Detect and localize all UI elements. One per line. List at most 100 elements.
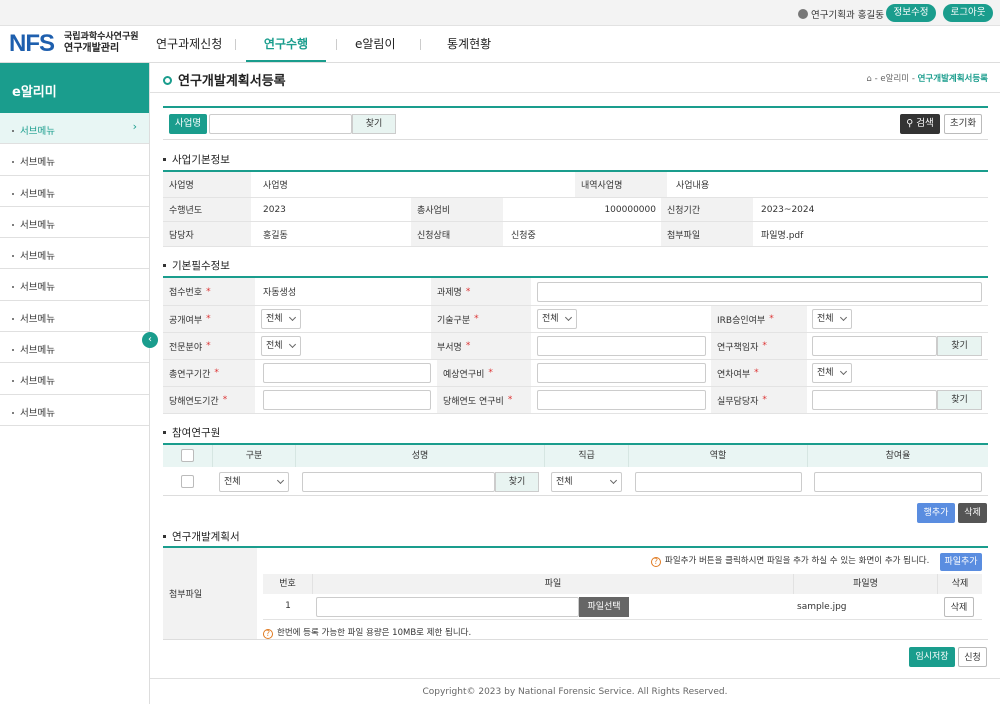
value-attachment[interactable]: 파일명.pdf xyxy=(755,222,955,246)
chevron-down-icon xyxy=(564,313,573,322)
year-budget-input[interactable] xyxy=(537,390,706,410)
file-path-input[interactable] xyxy=(316,597,579,617)
table-row: 접수번호 * 자동생성 과제명 * xyxy=(163,278,988,306)
user-name: 연구기획과 홍길동 xyxy=(811,10,884,21)
sidebar-collapse-icon[interactable]: ‹ xyxy=(142,332,158,348)
chevron-down-icon xyxy=(839,313,848,322)
home-icon[interactable]: ⌂ xyxy=(867,74,872,84)
breadcrumb-item[interactable]: e알리미 xyxy=(880,74,909,84)
field-select[interactable]: 전체 xyxy=(261,336,301,356)
required-mark-icon: * xyxy=(762,341,767,351)
add-row-button[interactable]: 행추가 xyxy=(917,503,955,523)
sidebar-item-label: 서브메뉴 xyxy=(20,219,55,231)
search-find-button[interactable]: 찾기 xyxy=(352,114,396,134)
business-name-label: 사업명 xyxy=(169,114,207,134)
label-pi: 연구책임자 * xyxy=(711,333,807,359)
section-plan: 연구개발계획서 xyxy=(163,529,240,544)
participation-input[interactable] xyxy=(814,472,982,492)
task-name-input[interactable] xyxy=(537,282,982,302)
label-text: 실무담당자 xyxy=(717,396,759,407)
apply-button[interactable]: 신청 xyxy=(958,647,987,667)
label-text: 부서명 xyxy=(437,342,462,353)
public-select[interactable]: 전체 xyxy=(261,309,301,329)
manager-find-button[interactable]: 찾기 xyxy=(937,390,982,410)
pi-input[interactable] xyxy=(812,336,937,356)
delete-row-button[interactable]: 삭제 xyxy=(958,503,987,523)
manager-input[interactable] xyxy=(812,390,937,410)
notice-text: 한번에 등록 가능한 파일 용량은 10MB로 제한 됩니다. xyxy=(277,628,472,638)
label-text: 연차여부 xyxy=(717,369,751,380)
sidebar-item[interactable]: 서브메뉴 xyxy=(0,269,149,301)
gnb-item-ealert[interactable]: e알림이 xyxy=(355,26,396,62)
researcher-find-button[interactable]: 찾기 xyxy=(495,472,539,492)
budget-input[interactable] xyxy=(537,363,706,383)
gnb-item-perform[interactable]: 연구수행 xyxy=(246,26,326,62)
value-status: 신청중 xyxy=(511,230,536,241)
sidebar-item[interactable]: 서브메뉴 xyxy=(0,144,149,176)
label-text: 과제명 xyxy=(437,288,462,298)
label-manager: 담당자 xyxy=(163,222,251,246)
file-notice: ? 파일추가 버튼을 클릭하시면 파일을 추가 하실 수 있는 화면이 추가 됩니… xyxy=(651,554,929,567)
year-period-input[interactable] xyxy=(263,390,431,410)
file-name: sample.jpg xyxy=(797,602,847,612)
bullet-icon xyxy=(163,158,166,161)
add-file-button[interactable]: 파일추가 xyxy=(940,553,982,571)
temp-save-button[interactable]: 임시저장 xyxy=(909,647,955,667)
period-input[interactable] xyxy=(263,363,431,383)
search-icon: ⚲ xyxy=(906,118,914,129)
sidebar-item[interactable]: 서브메뉴 xyxy=(0,395,149,426)
irb-select[interactable]: 전체 xyxy=(812,309,852,329)
value-total-budget: 100000000 xyxy=(604,204,656,215)
researcher-name-input[interactable] xyxy=(302,472,495,492)
required-mark-icon: * xyxy=(206,341,211,351)
row-checkbox[interactable] xyxy=(181,475,194,488)
gnb-item-apply[interactable]: 연구과제신청 xyxy=(156,26,222,62)
sidebar-item[interactable]: 서브메뉴 › xyxy=(0,113,149,145)
pi-find-button[interactable]: 찾기 xyxy=(937,336,982,356)
category-select[interactable]: 전체 xyxy=(219,472,289,492)
sidebar-item[interactable]: 서브메뉴 xyxy=(0,363,149,395)
label-text: 당해연도기간 xyxy=(169,396,219,407)
business-name-input[interactable] xyxy=(209,114,352,134)
delay-select[interactable]: 전체 xyxy=(812,363,852,383)
tech-select[interactable]: 전체 xyxy=(537,309,577,329)
sidebar-item-label: 서브메뉴 xyxy=(20,345,55,357)
required-mark-icon: * xyxy=(769,314,774,324)
delete-file-button[interactable]: 삭제 xyxy=(944,597,974,617)
required-mark-icon: * xyxy=(507,395,513,405)
sidebar-item[interactable]: 서브메뉴 xyxy=(0,207,149,239)
reset-button[interactable]: 초기화 xyxy=(944,114,982,134)
choose-file-button[interactable]: 파일선택 xyxy=(579,597,629,617)
top-utility-bar: 연구기획과 홍길동 정보수정 로그아웃 xyxy=(0,0,1000,26)
breadcrumb-current: 연구개발계획서등록 xyxy=(917,74,988,84)
label-receipt-no: 접수번호 * xyxy=(163,278,255,305)
sidebar-item[interactable]: 서브메뉴 xyxy=(0,176,149,207)
label-text: IRB승인여부 xyxy=(717,315,766,326)
label-status: 신청상태 xyxy=(411,222,503,246)
chevron-down-icon xyxy=(288,313,297,322)
required-mark-icon: * xyxy=(762,395,767,405)
bullet-icon xyxy=(12,286,14,289)
value-receipt-no: 자동생성 xyxy=(263,288,297,298)
sidebar-item-label: 서브메뉴 xyxy=(20,282,55,294)
dept-input[interactable] xyxy=(537,336,706,356)
rank-select[interactable]: 전체 xyxy=(551,472,622,492)
gnb-item-stats[interactable]: 통계현황 xyxy=(447,26,491,62)
sidebar-item[interactable]: 서브메뉴 xyxy=(0,332,149,364)
value-manager: 홍길동 xyxy=(263,230,288,241)
table-row: 당해연도기간 * 당해연도 연구비 * 실무담당자 * 찾기 xyxy=(163,387,988,414)
researchers-table: 구분 성명 직급 역할 참여율 전체 찾기 전체 xyxy=(163,443,988,496)
search-button[interactable]: ⚲ 검색 xyxy=(900,114,940,134)
sidebar-item-label: 서브메뉴 xyxy=(20,188,55,200)
select-all-checkbox[interactable] xyxy=(181,449,194,462)
label-delay: 연차여부 * xyxy=(711,360,807,386)
column-header: 성명 xyxy=(296,445,545,467)
select-value: 전체 xyxy=(817,314,834,324)
footer: Copyright© 2023 by National Forensic Ser… xyxy=(150,678,1000,704)
logo-mark[interactable]: NFS xyxy=(9,32,55,56)
role-input[interactable] xyxy=(635,472,802,492)
edit-profile-button[interactable]: 정보수정 xyxy=(886,4,936,22)
logout-button[interactable]: 로그아웃 xyxy=(943,4,993,22)
sidebar-item[interactable]: 서브메뉴 xyxy=(0,301,149,333)
sidebar-item[interactable]: 서브메뉴 xyxy=(0,238,149,270)
